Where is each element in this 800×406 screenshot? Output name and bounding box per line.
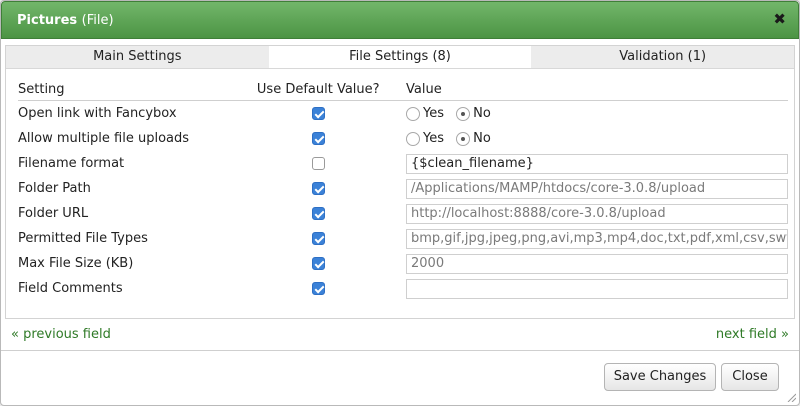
- radio-yes[interactable]: [406, 106, 420, 121]
- permitted-file-types-input[interactable]: bmp,gif,jpg,jpeg,png,avi,mp3,mp4,doc,txt…: [406, 228, 788, 249]
- header-use-default: Use Default Value?: [248, 79, 388, 101]
- filename-format-input[interactable]: {$clean_filename}: [406, 153, 788, 174]
- max-file-size-input[interactable]: 2000: [406, 253, 788, 274]
- dialog-subtitle: (File): [81, 13, 114, 28]
- radio-yes-label: Yes: [423, 131, 444, 146]
- table-row: Field Comments: [18, 276, 788, 301]
- dialog-titlebar[interactable]: Pictures (File) ✖: [1, 1, 799, 39]
- tab-validation[interactable]: Validation (1): [531, 46, 795, 68]
- row-label: Permitted File Types: [18, 231, 148, 246]
- use-default-checkbox[interactable]: [311, 282, 325, 295]
- dialog-title: Pictures (File): [17, 13, 114, 28]
- tab-file-settings[interactable]: File Settings (8): [268, 46, 532, 68]
- row-label: Folder URL: [18, 206, 89, 221]
- folder-url-input[interactable]: http://localhost:8888/core-3.0.8/upload: [406, 203, 788, 224]
- table-row: Folder Path /Applications/MAMP/htdocs/co…: [18, 176, 788, 201]
- previous-field-link[interactable]: « previous field: [11, 327, 111, 342]
- use-default-checkbox[interactable]: [311, 132, 325, 145]
- use-default-checkbox[interactable]: [311, 107, 325, 120]
- use-default-checkbox[interactable]: [311, 207, 325, 220]
- close-icon[interactable]: ✖: [773, 12, 786, 27]
- close-button[interactable]: Close: [721, 363, 779, 391]
- header-setting: Setting: [18, 79, 249, 101]
- row-label: Open link with Fancybox: [18, 106, 177, 121]
- tab-bar: Main Settings File Settings (8) Validati…: [6, 46, 795, 69]
- dialog-title-text: Pictures: [17, 13, 78, 28]
- table-row: Permitted File Types bmp,gif,jpg,jpeg,pn…: [18, 226, 788, 251]
- radio-no[interactable]: [456, 106, 471, 121]
- row-label: Folder Path: [18, 181, 91, 196]
- settings-panel: Main Settings File Settings (8) Validati…: [5, 45, 795, 319]
- save-changes-button[interactable]: Save Changes: [604, 363, 716, 391]
- row-label: Filename format: [18, 156, 125, 171]
- folder-path-input[interactable]: /Applications/MAMP/htdocs/core-3.0.8/upl…: [406, 178, 788, 199]
- use-default-checkbox[interactable]: [311, 257, 325, 270]
- table-row: Filename format {$clean_filename}: [18, 151, 788, 176]
- table-header-row: Setting Use Default Value? Value: [18, 79, 788, 101]
- table-row: Max File Size (KB) 2000: [18, 251, 788, 276]
- use-default-checkbox[interactable]: [311, 157, 325, 170]
- radio-yes[interactable]: [406, 131, 420, 146]
- row-label: Allow multiple file uploads: [18, 131, 190, 146]
- radio-no-label: No: [473, 106, 491, 121]
- table-row: Open link with Fancybox Yes No: [18, 101, 788, 127]
- footer-divider: [1, 350, 799, 351]
- resize-grip-icon[interactable]: [786, 392, 796, 402]
- radio-yes-label: Yes: [423, 106, 444, 121]
- radio-no-label: No: [473, 131, 491, 146]
- field-comments-input[interactable]: [406, 278, 788, 299]
- header-value: Value: [388, 79, 788, 101]
- settings-table: Setting Use Default Value? Value Open li…: [18, 79, 788, 301]
- use-default-checkbox[interactable]: [311, 182, 325, 195]
- use-default-checkbox[interactable]: [311, 232, 325, 245]
- row-label: Max File Size (KB): [18, 256, 134, 271]
- table-row: Allow multiple file uploads Yes No: [18, 126, 788, 151]
- radio-no[interactable]: [456, 131, 471, 146]
- next-field-link[interactable]: next field »: [716, 327, 789, 342]
- tab-main-settings[interactable]: Main Settings: [6, 46, 269, 68]
- table-row: Folder URL http://localhost:8888/core-3.…: [18, 201, 788, 226]
- row-label: Field Comments: [18, 281, 123, 296]
- dialog: Pictures (File) ✖ Main Settings File Set…: [0, 0, 800, 406]
